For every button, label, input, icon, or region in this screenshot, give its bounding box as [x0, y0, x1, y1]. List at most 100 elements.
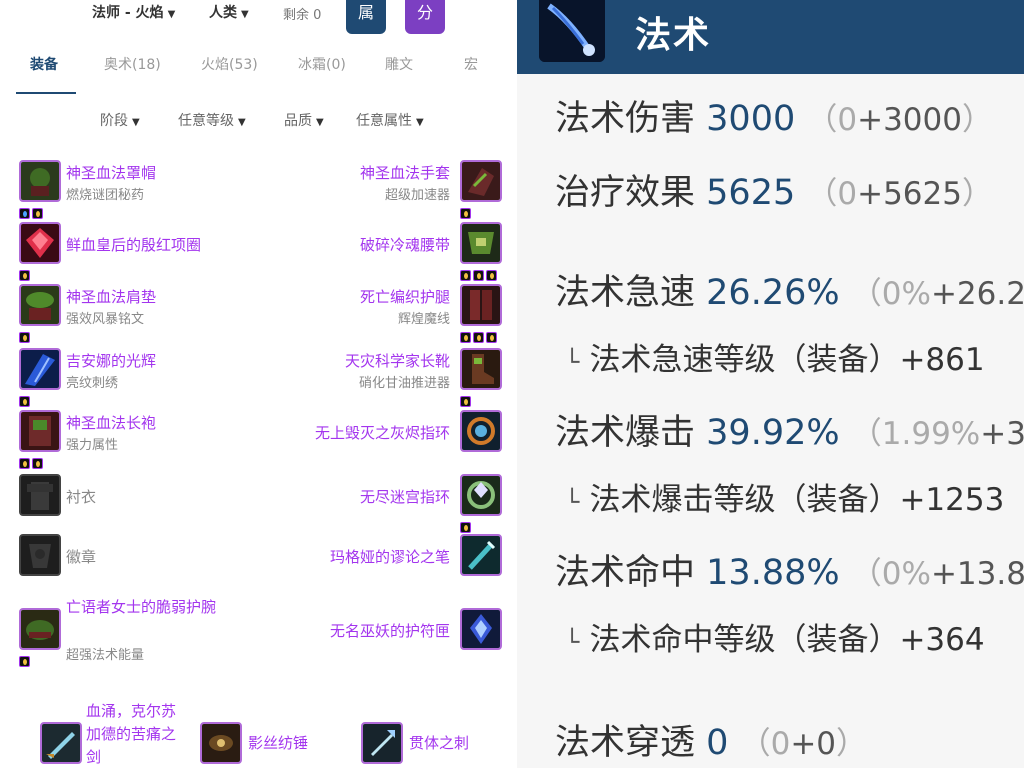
- substat-text: 法术爆击等级（装备）+1253: [589, 482, 1005, 518]
- gear-name: 破碎冷魂腰带: [359, 236, 450, 254]
- breakdown-base: 0%: [881, 556, 931, 592]
- active-tab-indicator: [16, 92, 76, 94]
- tab-macros[interactable]: 宏: [464, 54, 478, 74]
- gear-name: 无名巫妖的护符匣: [329, 622, 450, 640]
- gear-icon: [460, 410, 502, 452]
- spell-haste-stat: 法术急速 26.26% （0%+26.2: [555, 264, 1024, 315]
- tree-corner-icon: └: [565, 488, 580, 516]
- breakdown-close: ）: [836, 726, 868, 762]
- breakdown-bonus: +3000: [857, 102, 962, 138]
- stat-label: 法术命中: [555, 553, 696, 593]
- gear-slot-right[interactable]: 无名巫妖的护符匣: [0, 608, 506, 668]
- level-filter[interactable]: 任意等级 ▼: [178, 110, 246, 130]
- tab-bar: 装备 奥术(18) 火焰(53) 冰霜(0) 雕文 宏: [0, 50, 506, 94]
- tab-glyphs[interactable]: 雕文: [385, 54, 413, 74]
- breakdown-close: ）: [961, 102, 993, 138]
- stat-value: 13.88%: [706, 553, 840, 593]
- stat-label: 法术急速: [555, 273, 696, 313]
- phase-filter[interactable]: 阶段 ▼: [100, 110, 140, 130]
- quality-filter-label: 品质: [284, 113, 312, 129]
- gear-name: 神圣血法手套: [359, 164, 450, 182]
- ranged-name: 贯体之刺: [409, 734, 470, 752]
- rating-substat: └ 法术爆击等级（装备）+1253: [565, 474, 1004, 519]
- score-button[interactable]: 分: [405, 0, 445, 34]
- equipment-panel: 法师 - 火焰 ▼ 人类 ▼ 剩余 0 属 分 装备 奥术(18) 火焰(53) 冰…: [0, 0, 506, 768]
- attributes-button[interactable]: 属: [346, 0, 386, 34]
- gem-sockets: [460, 266, 499, 281]
- stat-breakdown: （0+0）: [740, 726, 867, 762]
- gear-slot-right[interactable]: 死亡编织护腿 辉煌魔线: [0, 284, 506, 344]
- gem-socket-icon: [460, 522, 471, 533]
- stat-value: 3000: [706, 99, 796, 139]
- main-hand-name[interactable]: 血涌，克尔苏加德的苦痛之剑: [86, 700, 190, 768]
- chevron-down-icon: ▼: [167, 9, 176, 20]
- stat-value: 39.92%: [706, 413, 840, 453]
- filter-bar: 阶段 ▼ 任意等级 ▼ 品质 ▼ 任意属性 ▼: [0, 108, 506, 132]
- gem-socket-icon: [486, 332, 497, 343]
- breakdown-base: 0: [770, 726, 791, 762]
- chevron-down-icon: ▼: [238, 117, 246, 128]
- race-dropdown[interactable]: 人类 ▼: [209, 2, 249, 22]
- gem-socket-icon: [473, 332, 484, 343]
- spell-stats-panel: 法术 法术伤害 3000 （0+3000） 治疗效果 5625 （0+5625）法…: [517, 0, 1024, 768]
- breakdown-base: 0: [837, 176, 858, 212]
- gem-sockets: [460, 328, 499, 343]
- rating-substat: └ 法术急速等级（装备）+861: [565, 334, 985, 379]
- class-spec-label: 法师 - 火焰: [92, 5, 164, 21]
- gear-slot-right[interactable]: 无上毁灭之灰烬指环: [0, 410, 506, 470]
- tab-arcane[interactable]: 奥术(18): [104, 54, 161, 74]
- wand-icon: [361, 722, 403, 764]
- stat-value: 5625: [706, 173, 796, 213]
- gear-slot-right[interactable]: 神圣血法手套 超级加速器: [0, 160, 506, 220]
- breakdown-open: （: [850, 416, 882, 452]
- gem-socket-icon: [460, 332, 471, 343]
- gear-name: 死亡编织护腿: [359, 288, 450, 306]
- gem-sockets: [460, 392, 473, 407]
- gem-sockets: [460, 204, 473, 219]
- breakdown-open: （: [806, 102, 838, 138]
- stat-breakdown: （0+3000）: [806, 102, 993, 138]
- healing-stat: 治疗效果 5625 （0+5625）: [555, 164, 993, 215]
- gear-slot-right[interactable]: 天灾科学家长靴 硝化甘油推进器: [0, 348, 506, 408]
- quality-filter[interactable]: 品质 ▼: [284, 110, 324, 130]
- breakdown-close: ）: [961, 176, 993, 212]
- breakdown-open: （: [739, 726, 771, 762]
- gear-slot-right[interactable]: 玛格娅的谬论之笔: [0, 534, 506, 594]
- breakdown-open: （: [850, 276, 882, 312]
- race-label: 人类: [209, 5, 237, 21]
- gem-socket-icon: [460, 396, 471, 407]
- level-filter-label: 任意等级: [178, 113, 234, 129]
- stats-header: 法术: [517, 0, 1024, 74]
- gear-icon: [460, 474, 502, 516]
- stat-breakdown: （0%+13.8: [851, 556, 1024, 592]
- tab-frost[interactable]: 冰霜(0): [298, 54, 346, 74]
- gem-socket-icon: [486, 270, 497, 281]
- stat-breakdown: （0%+26.2: [851, 276, 1024, 312]
- tab-equipment[interactable]: 装备: [30, 54, 58, 74]
- stat-label: 治疗效果: [555, 173, 696, 213]
- stat-filter[interactable]: 任意属性 ▼: [356, 110, 424, 130]
- chevron-down-icon: ▼: [316, 117, 324, 128]
- chevron-down-icon: ▼: [132, 117, 140, 128]
- top-bar: 法师 - 火焰 ▼ 人类 ▼ 剩余 0 属 分: [0, 0, 506, 38]
- gear-slot-right[interactable]: 无尽迷宫指环: [0, 474, 506, 534]
- gear-name: 无上毁灭之灰烬指环: [314, 424, 450, 442]
- spell-crit-stat: 法术爆击 39.92% （1.99%+3: [555, 404, 1024, 455]
- remaining-points: 剩余 0: [283, 8, 322, 23]
- gear-slot-right[interactable]: 破碎冷魂腰带: [0, 222, 506, 282]
- tab-fire[interactable]: 火焰(53): [201, 54, 258, 74]
- breakdown-base: 0%: [881, 276, 931, 312]
- sword-icon: [40, 722, 82, 764]
- gear-icon: [460, 348, 502, 390]
- stat-label: 法术爆击: [555, 413, 696, 453]
- spell-icon: [539, 0, 605, 62]
- class-spec-dropdown[interactable]: 法师 - 火焰 ▼: [92, 2, 175, 22]
- gear-enchant: 辉煌魔线: [397, 312, 450, 327]
- breakdown-open: （: [850, 556, 882, 592]
- gear-icon: [460, 222, 502, 264]
- gem-socket-icon: [460, 270, 471, 281]
- spell-hit-stat: 法术命中 13.88% （0%+13.8: [555, 544, 1024, 595]
- rating-substat: └ 法术命中等级（装备）+364: [565, 614, 985, 659]
- gear-enchant: 超级加速器: [384, 188, 450, 203]
- substat-text: 法术急速等级（装备）+861: [589, 342, 985, 378]
